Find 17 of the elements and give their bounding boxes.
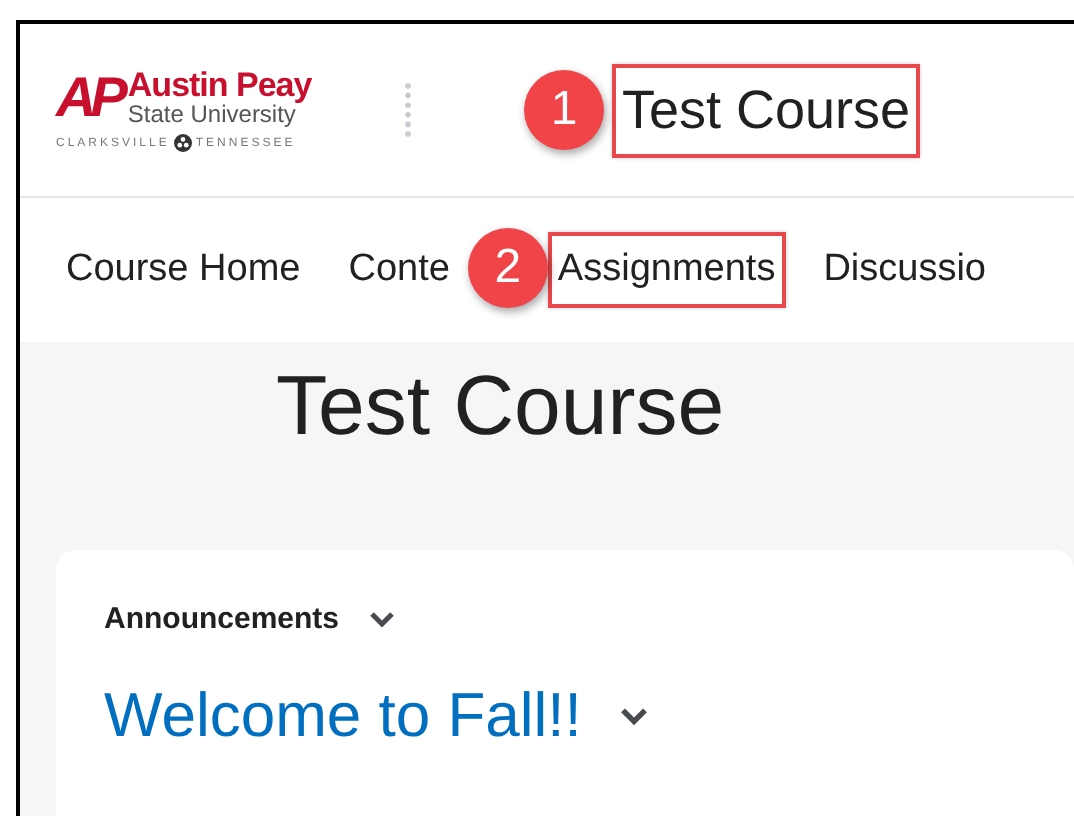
course-title-link[interactable]: Test Course <box>612 63 921 157</box>
logo-mark: AP <box>56 69 122 125</box>
page-title: Test Course <box>274 356 727 456</box>
chevron-down-icon[interactable] <box>367 609 396 629</box>
logo-subtitle: State University <box>127 102 296 126</box>
nav-link[interactable]: Assignments <box>547 232 786 308</box>
tristar-icon <box>173 134 192 152</box>
nav-link[interactable]: Course Home <box>56 232 311 308</box>
logo-name: Austin Peay <box>127 68 312 102</box>
nav-link[interactable]: Discussio <box>813 232 997 308</box>
separator-dots <box>404 82 412 138</box>
announcement-link[interactable]: Welcome to Fall!! <box>104 680 582 752</box>
callout-number: 2 <box>467 228 548 308</box>
nav-link[interactable]: Conte <box>338 232 460 308</box>
callout-number: 1 <box>524 69 604 149</box>
widget-title: Announcements <box>104 602 340 636</box>
chevron-down-icon[interactable] <box>617 705 650 727</box>
